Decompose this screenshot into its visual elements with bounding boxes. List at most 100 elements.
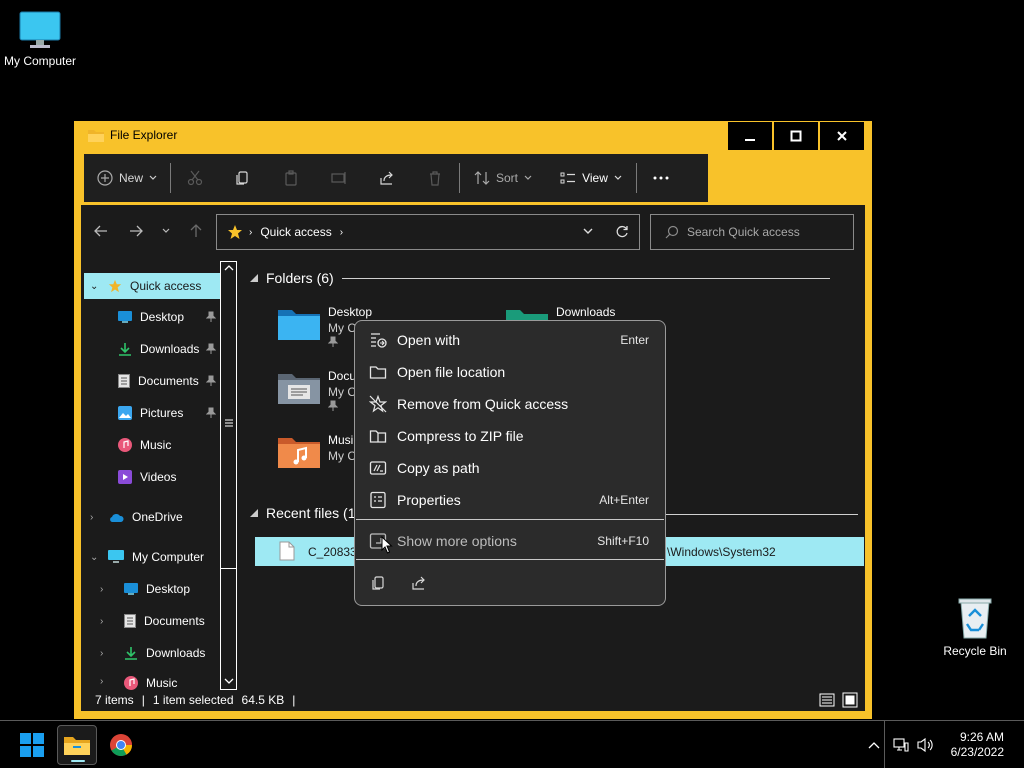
- nav-item-qa-documents[interactable]: Documents: [118, 369, 199, 393]
- taskbar-file-explorer[interactable]: [57, 725, 97, 765]
- folder-tile-music[interactable]: Musi My C: [278, 432, 356, 468]
- desktop-icon-recycle-bin[interactable]: Recycle Bin: [935, 596, 1015, 658]
- maximize-button[interactable]: [774, 122, 818, 150]
- folder-tile-documents[interactable]: Docu My C: [278, 368, 356, 412]
- menu-item-shortcut: Alt+Enter: [599, 493, 649, 507]
- recent-locations-button[interactable]: [162, 228, 170, 234]
- nav-scrollbar[interactable]: [220, 261, 237, 690]
- arrow-up-icon: [189, 224, 203, 238]
- tray-overflow-button[interactable]: [864, 725, 884, 765]
- pin-icon: [328, 400, 356, 412]
- menu-item-open-with[interactable]: Open with Enter: [355, 324, 665, 356]
- music-folder-icon: [278, 432, 320, 468]
- menu-item-properties[interactable]: Properties Alt+Enter: [355, 484, 665, 516]
- close-button[interactable]: [820, 122, 864, 150]
- nav-item-qa-videos[interactable]: Videos: [118, 465, 176, 489]
- menu-item-show-more-options[interactable]: Show more options Shift+F10: [355, 525, 665, 557]
- scroll-up-arrow[interactable]: [224, 264, 234, 272]
- nav-item-onedrive[interactable]: › OneDrive: [90, 505, 183, 529]
- folder-icon: [88, 128, 104, 142]
- nav-item-label: Pictures: [140, 406, 184, 420]
- share-button[interactable]: [363, 154, 411, 202]
- folder-name: Downloads: [556, 305, 616, 319]
- file-icon: [279, 541, 295, 561]
- active-indicator: [71, 760, 85, 762]
- cloud-icon: [108, 512, 124, 523]
- command-bar: New Sort View: [84, 154, 708, 202]
- desktop-icon-my-computer[interactable]: My Computer: [0, 10, 80, 68]
- more-button[interactable]: [637, 154, 685, 202]
- nav-item-label: Documents: [144, 614, 205, 628]
- nav-item-mc-downloads[interactable]: › Downloads: [100, 641, 205, 665]
- scroll-thumb-grip-icon[interactable]: [224, 419, 234, 427]
- chevron-down-icon: [614, 175, 622, 181]
- window-title: File Explorer: [110, 128, 178, 142]
- folders-section-header[interactable]: Folders (6): [250, 270, 830, 286]
- nav-item-my-computer[interactable]: ⌄ My Computer: [90, 545, 204, 569]
- section-divider: [666, 514, 858, 515]
- copy-button[interactable]: [219, 154, 267, 202]
- copy-icon: [235, 170, 251, 186]
- nav-item-qa-pictures[interactable]: Pictures: [118, 401, 183, 425]
- arrow-right-icon: [129, 224, 143, 238]
- status-divider: |: [292, 693, 296, 707]
- new-button[interactable]: New: [84, 154, 170, 202]
- recycle-bin-icon: [955, 596, 995, 640]
- music-icon: [118, 438, 132, 452]
- chevron-right-icon: ›: [90, 511, 94, 523]
- start-button[interactable]: [12, 725, 52, 765]
- nav-item-label: OneDrive: [132, 510, 183, 524]
- download-arrow-icon: [124, 646, 138, 660]
- breadcrumb[interactable]: Quick access: [260, 225, 331, 239]
- share-icon[interactable]: [411, 575, 427, 591]
- menu-item-label: Show more options: [397, 533, 517, 549]
- taskbar-chrome[interactable]: [101, 725, 141, 765]
- paste-button[interactable]: [267, 154, 315, 202]
- status-divider: |: [141, 693, 145, 707]
- address-history-button[interactable]: [583, 228, 593, 235]
- chevron-down-icon: [524, 175, 532, 181]
- volume-icon[interactable]: [917, 737, 935, 753]
- minimize-button[interactable]: [728, 122, 772, 150]
- delete-button[interactable]: [411, 154, 459, 202]
- tiles-view-button[interactable]: [842, 692, 858, 708]
- section-title: Folders (6): [266, 270, 334, 286]
- path-icon: [369, 459, 387, 477]
- details-view-button[interactable]: [819, 692, 835, 708]
- menu-item-remove-from-quick-access[interactable]: Remove from Quick access: [355, 388, 665, 420]
- nav-item-qa-downloads[interactable]: Downloads: [118, 337, 199, 361]
- view-button[interactable]: View: [546, 154, 636, 202]
- forward-button[interactable]: [129, 224, 143, 238]
- folder-tile-downloads[interactable]: Downloads: [506, 304, 615, 320]
- nav-item-qa-music[interactable]: Music: [118, 433, 171, 457]
- menu-item-copy-as-path[interactable]: Copy as path: [355, 452, 665, 484]
- network-icon[interactable]: [893, 737, 909, 753]
- nav-item-mc-desktop[interactable]: › Desktop: [100, 577, 190, 601]
- search-box[interactable]: Search Quick access: [650, 214, 854, 250]
- folder-icon: [369, 363, 387, 381]
- nav-item-qa-desktop[interactable]: Desktop: [118, 305, 184, 329]
- scroll-down-arrow[interactable]: [224, 677, 234, 685]
- cut-button[interactable]: [171, 154, 219, 202]
- menu-item-open-file-location[interactable]: Open file location: [355, 356, 665, 388]
- copy-icon[interactable]: [371, 575, 387, 591]
- nav-item-quick-access[interactable]: ⌄ Quick access: [84, 273, 220, 299]
- refresh-button[interactable]: [615, 225, 629, 239]
- menu-item-compress-to-zip[interactable]: Compress to ZIP file: [355, 420, 665, 452]
- menu-item-label: Open with: [397, 332, 461, 348]
- taskbar-clock[interactable]: 9:26 AM 6/23/2022: [951, 730, 1004, 760]
- back-button[interactable]: [94, 224, 108, 238]
- mouse-cursor-icon: [381, 536, 393, 554]
- address-bar[interactable]: › Quick access ›: [216, 214, 640, 250]
- monitor-icon: [108, 550, 124, 564]
- clipboard-icon: [283, 170, 299, 186]
- sort-button[interactable]: Sort: [460, 154, 546, 202]
- recent-section-header[interactable]: Recent files (1: [250, 505, 355, 521]
- nav-item-mc-music[interactable]: › Music: [100, 676, 177, 690]
- chrome-icon: [109, 733, 133, 757]
- pictures-icon: [118, 406, 132, 420]
- desktop-folder-icon: [124, 583, 138, 595]
- rename-button[interactable]: [315, 154, 363, 202]
- nav-item-mc-documents[interactable]: › Documents: [100, 609, 205, 633]
- up-button[interactable]: [189, 224, 203, 238]
